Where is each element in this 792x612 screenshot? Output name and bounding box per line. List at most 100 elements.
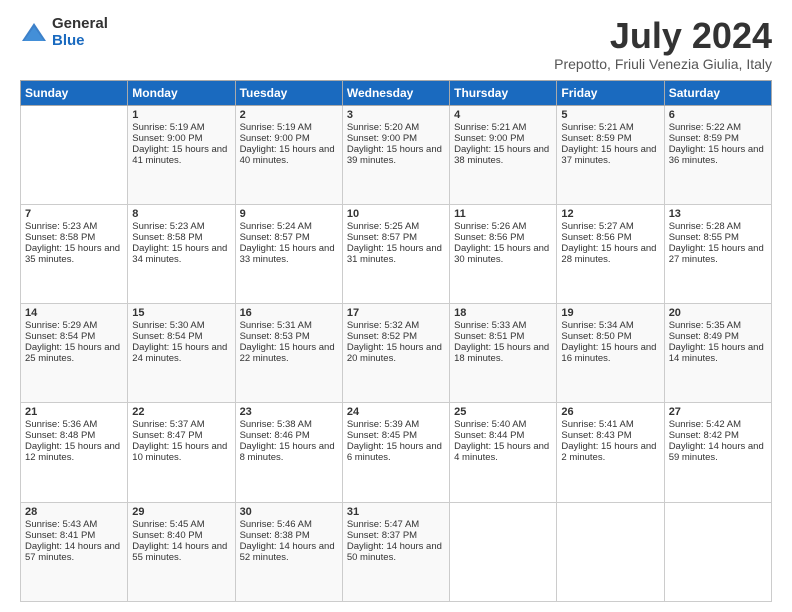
table-row: 22Sunrise: 5:37 AMSunset: 8:47 PMDayligh…	[128, 403, 235, 502]
sunset: Sunset: 8:54 PM	[132, 331, 202, 342]
sunrise: Sunrise: 5:35 AM	[669, 320, 741, 331]
table-row: 17Sunrise: 5:32 AMSunset: 8:52 PMDayligh…	[342, 304, 449, 403]
daylight: Daylight: 15 hours and 2 minutes.	[561, 441, 656, 463]
sunset: Sunset: 8:40 PM	[132, 530, 202, 541]
calendar-week-4: 28Sunrise: 5:43 AMSunset: 8:41 PMDayligh…	[21, 502, 772, 601]
sunset: Sunset: 8:51 PM	[454, 331, 524, 342]
header: General Blue July 2024 Prepotto, Friuli …	[20, 16, 772, 72]
daylight: Daylight: 15 hours and 6 minutes.	[347, 441, 442, 463]
day-number: 16	[240, 307, 338, 319]
daylight: Daylight: 15 hours and 27 minutes.	[669, 243, 764, 265]
daylight: Daylight: 15 hours and 10 minutes.	[132, 441, 227, 463]
table-row: 3Sunrise: 5:20 AMSunset: 9:00 PMDaylight…	[342, 105, 449, 204]
sunset: Sunset: 9:00 PM	[454, 133, 524, 144]
daylight: Daylight: 15 hours and 22 minutes.	[240, 342, 335, 364]
sunrise: Sunrise: 5:22 AM	[669, 122, 741, 133]
day-number: 11	[454, 208, 552, 220]
sunrise: Sunrise: 5:19 AM	[240, 122, 312, 133]
table-row: 21Sunrise: 5:36 AMSunset: 8:48 PMDayligh…	[21, 403, 128, 502]
table-row: 24Sunrise: 5:39 AMSunset: 8:45 PMDayligh…	[342, 403, 449, 502]
calendar-week-2: 14Sunrise: 5:29 AMSunset: 8:54 PMDayligh…	[21, 304, 772, 403]
day-number: 7	[25, 208, 123, 220]
sunrise: Sunrise: 5:32 AM	[347, 320, 419, 331]
sunrise: Sunrise: 5:28 AM	[669, 221, 741, 232]
daylight: Daylight: 15 hours and 33 minutes.	[240, 243, 335, 265]
title-block: July 2024 Prepotto, Friuli Venezia Giuli…	[554, 16, 772, 72]
daylight: Daylight: 15 hours and 31 minutes.	[347, 243, 442, 265]
table-row: 12Sunrise: 5:27 AMSunset: 8:56 PMDayligh…	[557, 204, 664, 303]
table-row: 30Sunrise: 5:46 AMSunset: 8:38 PMDayligh…	[235, 502, 342, 601]
daylight: Daylight: 14 hours and 52 minutes.	[240, 541, 335, 563]
sunset: Sunset: 8:44 PM	[454, 430, 524, 441]
sunset: Sunset: 8:38 PM	[240, 530, 310, 541]
sunrise: Sunrise: 5:20 AM	[347, 122, 419, 133]
sunrise: Sunrise: 5:30 AM	[132, 320, 204, 331]
daylight: Daylight: 15 hours and 30 minutes.	[454, 243, 549, 265]
daylight: Daylight: 15 hours and 28 minutes.	[561, 243, 656, 265]
table-row: 2Sunrise: 5:19 AMSunset: 9:00 PMDaylight…	[235, 105, 342, 204]
daylight: Daylight: 15 hours and 37 minutes.	[561, 144, 656, 166]
calendar-week-3: 21Sunrise: 5:36 AMSunset: 8:48 PMDayligh…	[21, 403, 772, 502]
table-row	[450, 502, 557, 601]
sunset: Sunset: 9:00 PM	[240, 133, 310, 144]
sunrise: Sunrise: 5:19 AM	[132, 122, 204, 133]
day-number: 29	[132, 506, 230, 518]
calendar-table: Sunday Monday Tuesday Wednesday Thursday…	[20, 80, 772, 602]
sunrise: Sunrise: 5:43 AM	[25, 519, 97, 530]
daylight: Daylight: 15 hours and 41 minutes.	[132, 144, 227, 166]
daylight: Daylight: 15 hours and 24 minutes.	[132, 342, 227, 364]
table-row: 7Sunrise: 5:23 AMSunset: 8:58 PMDaylight…	[21, 204, 128, 303]
daylight: Daylight: 15 hours and 12 minutes.	[25, 441, 120, 463]
sunset: Sunset: 8:58 PM	[25, 232, 95, 243]
daylight: Daylight: 15 hours and 4 minutes.	[454, 441, 549, 463]
sunset: Sunset: 8:48 PM	[25, 430, 95, 441]
day-number: 31	[347, 506, 445, 518]
col-monday: Monday	[128, 80, 235, 105]
day-number: 28	[25, 506, 123, 518]
day-number: 13	[669, 208, 767, 220]
daylight: Daylight: 15 hours and 8 minutes.	[240, 441, 335, 463]
logo-icon	[20, 19, 48, 47]
day-number: 21	[25, 406, 123, 418]
sunrise: Sunrise: 5:34 AM	[561, 320, 633, 331]
day-number: 5	[561, 109, 659, 121]
table-row: 20Sunrise: 5:35 AMSunset: 8:49 PMDayligh…	[664, 304, 771, 403]
col-sunday: Sunday	[21, 80, 128, 105]
day-number: 22	[132, 406, 230, 418]
logo-general: General	[52, 16, 108, 33]
sunset: Sunset: 8:45 PM	[347, 430, 417, 441]
subtitle: Prepotto, Friuli Venezia Giulia, Italy	[554, 56, 772, 72]
table-row: 4Sunrise: 5:21 AMSunset: 9:00 PMDaylight…	[450, 105, 557, 204]
sunset: Sunset: 8:41 PM	[25, 530, 95, 541]
table-row	[557, 502, 664, 601]
daylight: Daylight: 15 hours and 18 minutes.	[454, 342, 549, 364]
daylight: Daylight: 15 hours and 35 minutes.	[25, 243, 120, 265]
table-row: 27Sunrise: 5:42 AMSunset: 8:42 PMDayligh…	[664, 403, 771, 502]
table-row	[21, 105, 128, 204]
main-title: July 2024	[554, 16, 772, 56]
daylight: Daylight: 14 hours and 57 minutes.	[25, 541, 120, 563]
sunset: Sunset: 8:53 PM	[240, 331, 310, 342]
day-number: 25	[454, 406, 552, 418]
day-number: 24	[347, 406, 445, 418]
day-number: 9	[240, 208, 338, 220]
day-number: 18	[454, 307, 552, 319]
table-row: 25Sunrise: 5:40 AMSunset: 8:44 PMDayligh…	[450, 403, 557, 502]
sunset: Sunset: 8:50 PM	[561, 331, 631, 342]
sunrise: Sunrise: 5:33 AM	[454, 320, 526, 331]
table-row: 26Sunrise: 5:41 AMSunset: 8:43 PMDayligh…	[557, 403, 664, 502]
sunrise: Sunrise: 5:36 AM	[25, 419, 97, 430]
table-row: 11Sunrise: 5:26 AMSunset: 8:56 PMDayligh…	[450, 204, 557, 303]
sunset: Sunset: 8:42 PM	[669, 430, 739, 441]
table-row: 18Sunrise: 5:33 AMSunset: 8:51 PMDayligh…	[450, 304, 557, 403]
table-row: 16Sunrise: 5:31 AMSunset: 8:53 PMDayligh…	[235, 304, 342, 403]
day-number: 19	[561, 307, 659, 319]
day-number: 1	[132, 109, 230, 121]
sunset: Sunset: 8:59 PM	[669, 133, 739, 144]
sunrise: Sunrise: 5:42 AM	[669, 419, 741, 430]
day-number: 8	[132, 208, 230, 220]
sunset: Sunset: 8:56 PM	[454, 232, 524, 243]
daylight: Daylight: 15 hours and 38 minutes.	[454, 144, 549, 166]
logo-blue: Blue	[52, 33, 108, 50]
day-number: 15	[132, 307, 230, 319]
